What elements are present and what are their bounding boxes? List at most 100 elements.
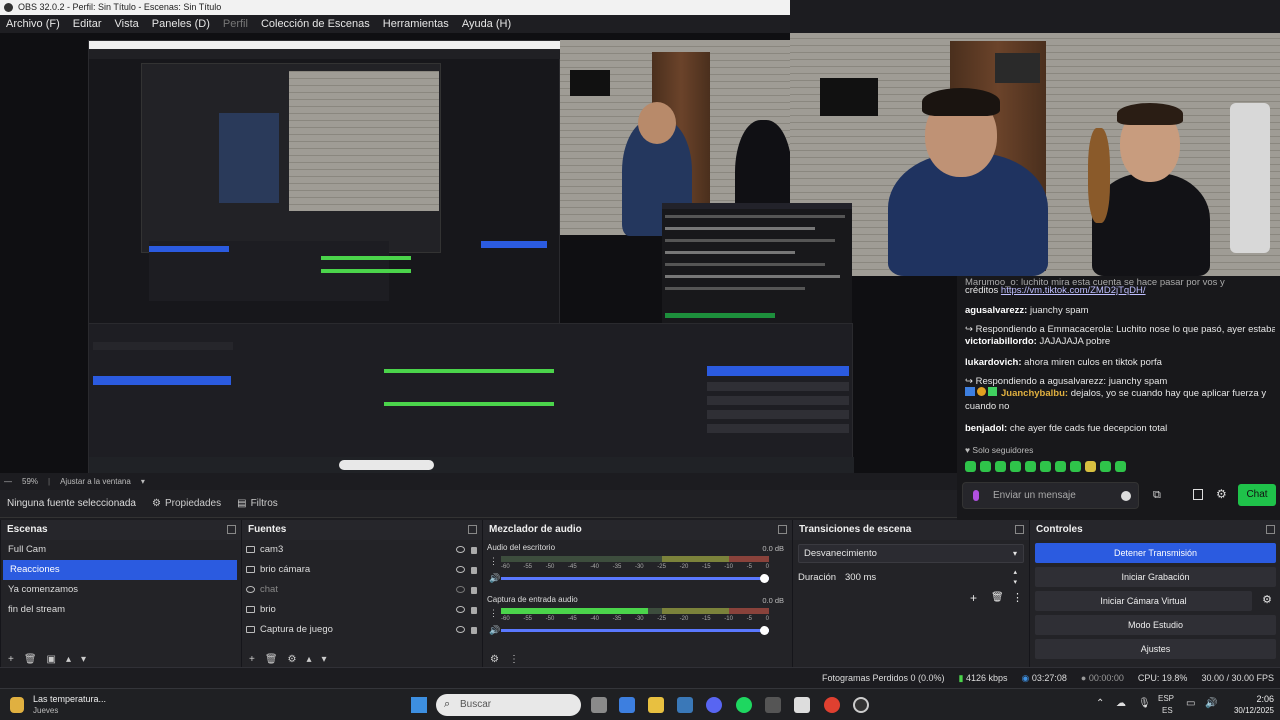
- chat-username[interactable]: Juanchybalbu:: [1001, 388, 1068, 399]
- mic-icon[interactable]: 🎙: [1138, 698, 1151, 709]
- trash-icon[interactable]: 🗑: [24, 654, 37, 665]
- eye-icon[interactable]: [456, 546, 465, 553]
- emote-icon[interactable]: [1100, 461, 1111, 472]
- menu-vista[interactable]: Vista: [115, 18, 139, 30]
- source-item[interactable]: brio: [242, 600, 482, 620]
- settings-icons[interactable]: ⧉: [1153, 489, 1161, 502]
- menu-ayuda[interactable]: Ayuda (H): [462, 18, 511, 30]
- zoom-fit[interactable]: Ajustar a la ventana: [60, 477, 131, 486]
- gear-icon[interactable]: ⚙: [1216, 487, 1227, 501]
- chrome-icon[interactable]: [824, 697, 840, 713]
- menu-editar[interactable]: Editar: [73, 18, 102, 30]
- kebab-menu-icon[interactable]: ⋮: [1012, 591, 1023, 604]
- kebab-menu-icon[interactable]: ⋮: [489, 556, 498, 567]
- epic-icon[interactable]: [794, 697, 810, 713]
- chat-tiktok-link[interactable]: https://vm.tiktok.com/ZMD2jTqDH/: [1001, 285, 1146, 296]
- scene-item[interactable]: fin del stream: [1, 600, 241, 620]
- stepper-down-icon[interactable]: ▾: [1013, 573, 1017, 592]
- trash-icon[interactable]: 🗑: [991, 592, 1004, 603]
- menu-archivo[interactable]: Archivo (F): [6, 18, 60, 30]
- filters-button[interactable]: ▤ Filtros: [229, 493, 286, 515]
- dock-float-icon[interactable]: [778, 525, 787, 534]
- cloud-icon[interactable]: ☁: [1116, 698, 1126, 709]
- emote-icon[interactable]: [1070, 461, 1081, 472]
- emoji-icon[interactable]: [1121, 491, 1131, 501]
- emote-icon[interactable]: [1115, 461, 1126, 472]
- gear-icon[interactable]: ⚙: [490, 654, 499, 665]
- chat-username[interactable]: lukardovich:: [965, 357, 1022, 368]
- folder-icon[interactable]: [648, 697, 664, 713]
- menu-coleccion-escenas[interactable]: Colección de Escenas: [261, 18, 370, 30]
- lock-icon[interactable]: [471, 567, 477, 574]
- emote-icon[interactable]: [1010, 461, 1021, 472]
- gear-icon[interactable]: ⚙: [1262, 593, 1272, 606]
- chat-input[interactable]: Enviar un mensaje: [962, 482, 1139, 509]
- stop-streaming-button[interactable]: Detener Transmisión: [1035, 543, 1276, 563]
- menu-perfil[interactable]: Perfil: [223, 18, 248, 30]
- add-icon[interactable]: +: [249, 654, 255, 665]
- properties-button[interactable]: ⚙ Propiedades: [144, 493, 229, 515]
- chat-username[interactable]: victoriabillordo:: [965, 336, 1037, 347]
- chat-username[interactable]: benjadol:: [965, 423, 1007, 434]
- kebab-menu-icon[interactable]: ⋮: [489, 608, 498, 619]
- start-recording-button[interactable]: Iniciar Grabación: [1035, 567, 1276, 587]
- app-icon[interactable]: [765, 697, 781, 713]
- menu-paneles[interactable]: Paneles (D): [152, 18, 210, 30]
- trash-icon[interactable]: 🗑: [265, 654, 278, 665]
- speaker-icon[interactable]: 🔊: [489, 625, 500, 636]
- scene-item[interactable]: Ya comenzamos: [1, 580, 241, 600]
- network-icon[interactable]: ▭: [1186, 698, 1195, 709]
- source-item[interactable]: Captura de juego: [242, 620, 482, 640]
- settings-button[interactable]: Ajustes: [1035, 639, 1276, 659]
- duration-input[interactable]: 300 ms ▴ ▾: [840, 568, 1024, 587]
- add-icon[interactable]: +: [970, 591, 977, 605]
- lock-icon[interactable]: [471, 627, 477, 634]
- shop-icon[interactable]: [1193, 489, 1203, 500]
- filter-icon[interactable]: ▣: [47, 654, 56, 665]
- mic-icon[interactable]: [973, 490, 979, 501]
- menu-herramientas[interactable]: Herramientas: [383, 18, 449, 30]
- weather-title[interactable]: Las temperatura...: [33, 694, 106, 704]
- zoom-level[interactable]: 59%: [22, 477, 38, 486]
- emote-icon[interactable]: [980, 461, 991, 472]
- steam-icon[interactable]: [677, 697, 693, 713]
- move-down-icon[interactable]: ▾: [322, 654, 327, 665]
- eye-hidden-icon[interactable]: [456, 586, 465, 593]
- clock-time[interactable]: 2:06: [1224, 694, 1274, 704]
- dock-float-icon[interactable]: [1015, 525, 1024, 534]
- emote-icon[interactable]: [995, 461, 1006, 472]
- gear-icon[interactable]: ⚙: [288, 654, 297, 665]
- source-item[interactable]: cam3: [242, 540, 482, 560]
- dock-float-icon[interactable]: [468, 525, 477, 534]
- slider-knob[interactable]: [760, 626, 769, 635]
- volume-slider[interactable]: [501, 626, 769, 635]
- taskbar-search[interactable]: ⌕ Buscar: [436, 694, 581, 716]
- speaker-icon[interactable]: 🔊: [489, 573, 500, 584]
- move-up-icon[interactable]: ▴: [307, 654, 312, 665]
- emote-icon[interactable]: [1055, 461, 1066, 472]
- emote-icon[interactable]: [1085, 461, 1096, 472]
- emote-icon[interactable]: [1025, 461, 1036, 472]
- eye-icon[interactable]: [456, 626, 465, 633]
- minus-icon[interactable]: —: [4, 477, 12, 486]
- emote-icon[interactable]: [1040, 461, 1051, 472]
- obs-icon[interactable]: [853, 697, 869, 713]
- windows-start-icon[interactable]: [411, 697, 427, 713]
- kebab-menu-icon[interactable]: ⋮: [509, 654, 519, 665]
- emote-icon[interactable]: [965, 461, 976, 472]
- add-icon[interactable]: +: [8, 654, 14, 665]
- store-icon[interactable]: [619, 697, 635, 713]
- eye-icon[interactable]: [456, 566, 465, 573]
- volume-icon[interactable]: 🔊: [1205, 698, 1217, 709]
- dock-float-icon[interactable]: [1266, 525, 1275, 534]
- move-up-icon[interactable]: ▴: [66, 654, 71, 665]
- move-down-icon[interactable]: ▾: [81, 654, 86, 665]
- spotify-icon[interactable]: [736, 697, 752, 713]
- weather-icon[interactable]: [10, 697, 24, 713]
- chat-send-button[interactable]: Chat: [1238, 484, 1276, 506]
- task-view-icon[interactable]: [591, 697, 607, 713]
- lock-icon[interactable]: [471, 547, 477, 554]
- slider-knob[interactable]: [760, 574, 769, 583]
- chat-username[interactable]: agusalvarezz:: [965, 305, 1027, 316]
- start-virtual-camera-button[interactable]: Iniciar Cámara Virtual: [1035, 591, 1252, 611]
